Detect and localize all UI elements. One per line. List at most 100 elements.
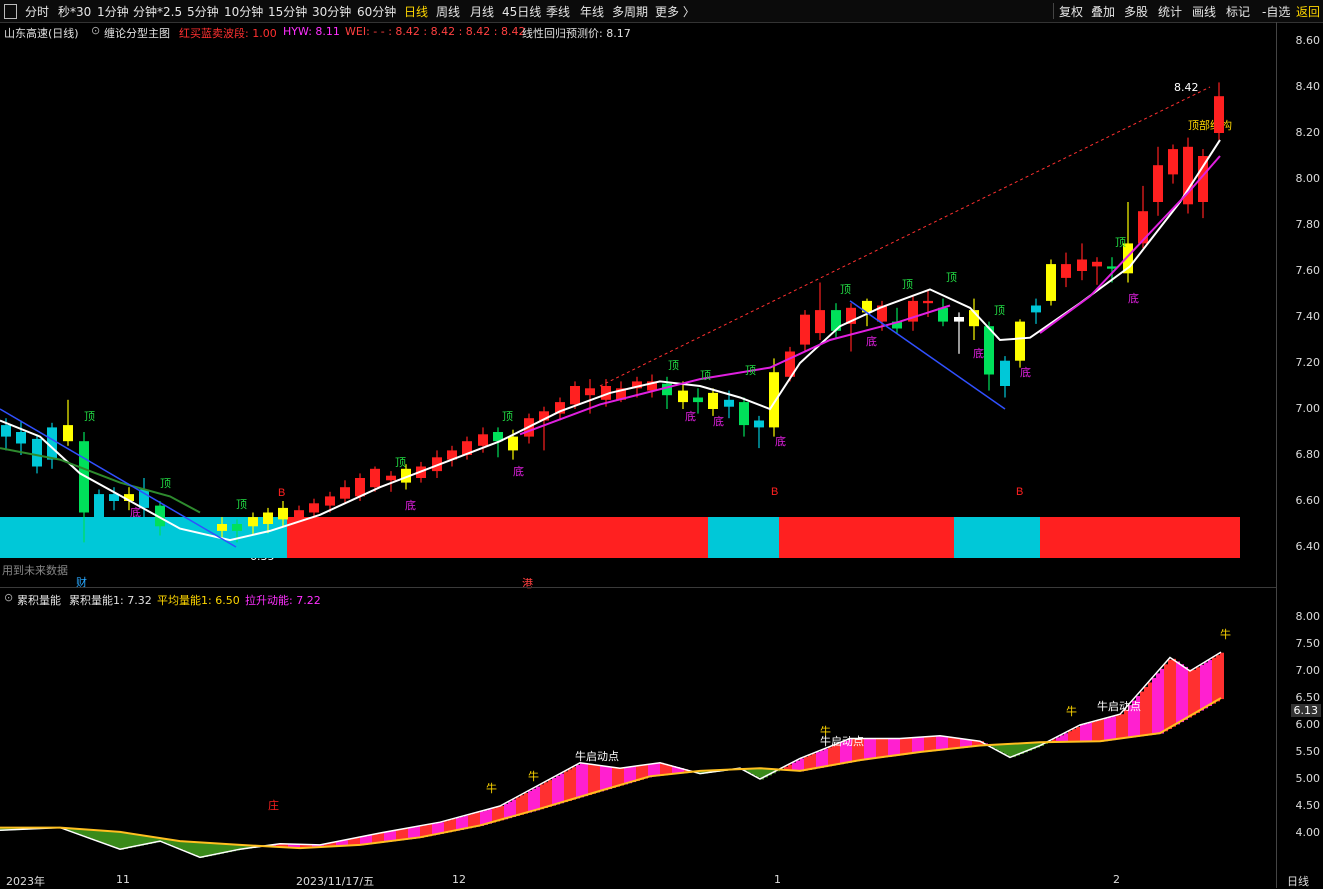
volume-fill (532, 788, 536, 812)
bottom-mark: 底 (1128, 291, 1139, 305)
price-axis: 8.60 8.40 8.20 8.00 7.80 7.60 7.40 7.20 7.00 6.80… (1276, 22, 1323, 888)
volume-fill (1204, 662, 1208, 709)
volume-fill (820, 750, 824, 768)
volume-fill (884, 738, 888, 758)
x-axis-label: 2023/11/17/五 (296, 875, 375, 888)
top-mark: 顶 (902, 278, 913, 291)
volume-fill (1124, 709, 1128, 739)
candle-body (708, 392, 718, 409)
volume-tick: 8.00 (1295, 610, 1321, 623)
status-band (1040, 517, 1240, 558)
volume-fill (656, 763, 660, 777)
kline-chart[interactable]: 顶顶顶顶顶顶顶 顶顶 顶顶顶顶底底底底 底底底底底底B B B牛牛牛牛牛牛启动点牛启动点牛… (0, 0, 1276, 888)
candle-body (217, 524, 227, 531)
volume-fill (580, 762, 584, 798)
volume-fill (660, 762, 664, 776)
top-mark: 顶 (160, 477, 171, 490)
candle-body (248, 517, 258, 527)
x-axis-label: 12 (452, 873, 466, 886)
candle-body (815, 310, 825, 334)
volume-fill (1068, 731, 1072, 743)
volume-fill (872, 738, 876, 759)
x-axis-label: 日线 (1287, 875, 1309, 888)
volume-fill (1084, 723, 1088, 742)
volume-fill (828, 747, 832, 767)
price-tick: 7.20 (1295, 356, 1321, 369)
candle-body (585, 388, 595, 396)
candle-body (278, 507, 288, 520)
candle-body (139, 489, 149, 508)
top-mark: 顶 (84, 410, 95, 423)
volume-fill (940, 735, 944, 751)
candle-body (355, 478, 365, 497)
current-value-tag: 6.13 (1290, 704, 1321, 717)
candle-body (263, 512, 273, 524)
status-band (287, 517, 708, 558)
volume-fill (824, 748, 828, 768)
candle-body (1214, 96, 1224, 133)
volume-fill (540, 784, 544, 810)
volume-fill (896, 738, 900, 756)
volume-fill (1112, 716, 1116, 741)
candle-body (678, 390, 688, 403)
top-mark: 顶 (946, 271, 957, 284)
volume-fill (116, 831, 120, 849)
volume-fill (196, 842, 200, 857)
volume-fill (1184, 666, 1188, 720)
volume-fill (912, 737, 916, 754)
volume-fill (1144, 686, 1148, 736)
volume-fill (1196, 667, 1200, 713)
toolbar-btn-7[interactable]: 返回 (1296, 3, 1320, 20)
candle-body (1138, 211, 1148, 244)
candle-body (724, 399, 734, 407)
status-band (708, 517, 779, 558)
volume-fill (1212, 657, 1216, 704)
volume-fill (888, 738, 892, 757)
volume-fill (592, 764, 596, 794)
volume-fill (756, 768, 760, 778)
candle-body (1092, 261, 1102, 267)
volume-fill (96, 830, 100, 842)
volume-fill (1188, 669, 1192, 718)
volume-tick: 7.50 (1295, 637, 1321, 650)
volume-fill (1008, 744, 1012, 757)
volume-fill (1216, 655, 1220, 702)
top-mark: 顶 (502, 410, 513, 423)
volume-fill (1100, 719, 1104, 742)
volume-fill (588, 763, 592, 795)
volume-fill (100, 830, 104, 843)
candle-body (294, 510, 304, 518)
volume-fill (868, 738, 872, 760)
volume-fill (600, 765, 604, 792)
volume-fill (796, 760, 800, 772)
volume-fill (1116, 715, 1120, 740)
candle-body (954, 317, 964, 322)
volume-fill (516, 797, 520, 816)
volume-fill (928, 736, 932, 752)
buy-mark: B (1016, 486, 1023, 498)
bottom-mark: 底 (775, 434, 786, 448)
volume-fill (544, 782, 548, 809)
volume-fill (108, 831, 112, 846)
volume-fill (1160, 668, 1164, 734)
candle-body (1015, 321, 1025, 361)
volume-fill (816, 752, 820, 769)
volume-fill (1092, 721, 1096, 742)
volume-fill (208, 842, 212, 857)
volume-fill (120, 831, 124, 850)
volume-fill (1140, 691, 1144, 737)
x-axis-label: 2 (1113, 873, 1120, 886)
candle-body (309, 503, 319, 513)
candle-body (800, 314, 810, 345)
volume-fill (1148, 682, 1152, 736)
volume-tick: 5.00 (1295, 772, 1321, 785)
volume-fill (1088, 722, 1092, 742)
candle-body (1061, 264, 1071, 278)
volume-tick: 5.50 (1295, 745, 1321, 758)
volume-tick: 7.00 (1295, 664, 1321, 677)
bottom-mark: 底 (513, 464, 524, 478)
volume-fill (652, 763, 656, 777)
cow-mark: 牛 (1066, 704, 1077, 718)
bottom-mark: 底 (1020, 365, 1031, 379)
candle-body (1046, 264, 1056, 301)
